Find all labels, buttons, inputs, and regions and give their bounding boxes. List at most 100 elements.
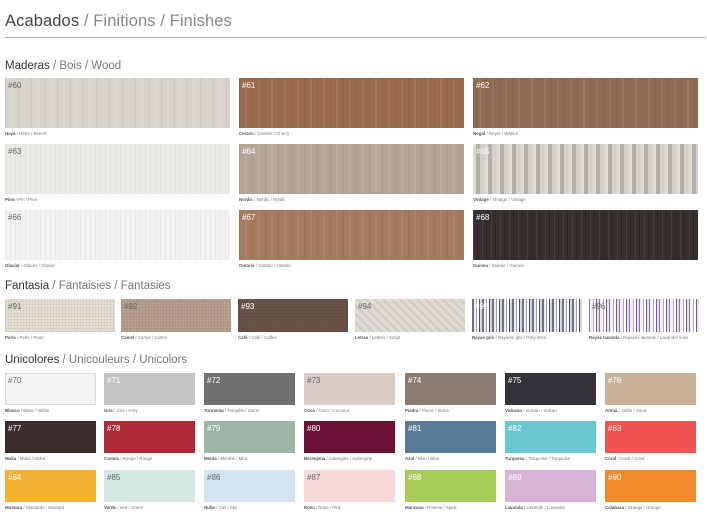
finish-caption: Coco / Coco / Coconut [304, 408, 349, 413]
finish-caption: Arena / Sable / Sand [605, 408, 646, 413]
finish-swatch: #92 [121, 299, 231, 332]
finish-caption-rest: / Blanc / White [19, 408, 50, 413]
finish-caption-rest: / Lettres / Script [368, 335, 401, 340]
finish-caption-main: Coral [605, 456, 617, 461]
finish-caption-rest: / Rayures gris / Grey lines [494, 335, 546, 340]
finish-swatch: #91 [5, 299, 115, 332]
finish-swatch: #82 [505, 421, 596, 453]
finish-code: #78 [107, 424, 121, 433]
finish-caption-rest: / Glacier / Glacier [19, 263, 56, 268]
finish-swatch: #76 [605, 373, 696, 405]
finish-caption: Nogal / Noyer / Walnut [473, 131, 518, 136]
finish-caption: Verde / Vert / Green [104, 505, 143, 510]
finish-caption-rest: / Vert / Green [115, 505, 144, 510]
finish-swatch: #70 [5, 373, 96, 405]
finish-swatch: #80 [304, 421, 395, 453]
finish-caption: Blanco / Blanc / White [5, 408, 49, 413]
finish-caption-main: Calabaza [605, 505, 625, 510]
finish-caption-main: Perla [5, 335, 16, 340]
finish-code: #92 [124, 302, 138, 311]
finish-caption-main: Vintage [473, 197, 489, 202]
finish-swatch: #74 [405, 373, 496, 405]
finish-caption-rest: / Rayures lavande / Lavander lines [619, 335, 689, 340]
finish-code: #70 [8, 376, 22, 385]
finish-caption-main: Guinea [473, 263, 488, 268]
finish-code: #63 [8, 147, 22, 156]
finish-caption-rest: / Noyer / Walnut [485, 131, 518, 136]
finish-code: #89 [508, 473, 522, 482]
finish-swatch: #61 [239, 78, 464, 128]
finish-caption: Café / Café / Coffee [238, 335, 277, 340]
finish-caption: Glaciar / Glacier / Glacier [5, 263, 55, 268]
finish-swatch: #78 [104, 421, 195, 453]
finish-caption-rest: / Moka / Moka [16, 456, 46, 461]
finish-caption: Manzana / Pomme / Apple [405, 505, 457, 510]
finish-code: #93 [241, 302, 255, 311]
finish-caption-rest: / Vintage / Vintage [488, 197, 526, 202]
finish-caption-main: Berenjena [304, 456, 326, 461]
finish-code: #80 [307, 424, 321, 433]
finish-swatch: #93 [238, 299, 348, 332]
finish-caption-main: Café [238, 335, 248, 340]
finish-swatch: #63 [5, 144, 230, 194]
finish-caption: Guinea / Guinée / Guinea [473, 263, 524, 268]
finish-code: #74 [408, 376, 422, 385]
finish-caption-rest: / Coco / Coconut [314, 408, 349, 413]
finish-code: #85 [107, 473, 121, 482]
finish-swatch: #88 [405, 470, 496, 502]
finish-caption-main: Tormenta [204, 408, 224, 413]
finish-caption: Gris / Gris / Grey [104, 408, 138, 413]
finish-caption-main: Turquesa [505, 456, 525, 461]
finish-caption: Coral / Coral / Coral [605, 456, 645, 461]
finish-swatch: #86 [204, 470, 295, 502]
finish-caption: Berenjena / Aubergine / Aubergine [304, 456, 372, 461]
finish-caption: Haya / Hêtre / Beech [5, 131, 46, 136]
finish-caption: Piedra / Pierre / Stone [405, 408, 449, 413]
finish-code: #77 [8, 424, 22, 433]
finish-caption-rest: / Nordic / Nordic [252, 197, 286, 202]
finish-caption: Turquesa / Turquoise / Turquoise [505, 456, 570, 461]
finish-code: #76 [608, 376, 622, 385]
finish-caption: Cerezo / Cerisier / Cherry [239, 131, 289, 136]
finish-caption-main: Vulcano [505, 408, 522, 413]
finish-caption: Moka / Moka / Moka [5, 456, 45, 461]
finish-caption-main: Azul [405, 456, 415, 461]
finish-caption-rest: / Tempête / Storm [223, 408, 260, 413]
finish-caption: Rayas lavanda / Rayures lavande / Lavand… [589, 335, 688, 340]
finish-caption-main: Nube [204, 505, 215, 510]
finish-code: #95 [475, 302, 489, 311]
finish-code: #91 [8, 302, 22, 311]
finish-caption-main: Gris [104, 408, 113, 413]
finish-caption: Tormenta / Tempête / Storm [204, 408, 259, 413]
finish-code: #60 [8, 81, 22, 90]
finish-caption-main: Cerezo [239, 131, 254, 136]
finish-swatch: #64 [239, 144, 464, 194]
finish-code: #84 [8, 473, 22, 482]
finish-code: #79 [207, 424, 221, 433]
finish-caption-main: Camel [121, 335, 135, 340]
finish-swatch: #62 [473, 78, 698, 128]
finish-caption: Camel / Camel / Camel [121, 335, 167, 340]
finish-caption: Ontario / Ontario / Ontario [239, 263, 291, 268]
finish-code: #87 [307, 473, 321, 482]
finish-caption-rest: / Aubergine / Aubergine [325, 456, 373, 461]
finish-caption-rest: / Turquoise / Turquoise [524, 456, 571, 461]
finish-caption: Vintage / Vintage / Vintage [473, 197, 526, 202]
finish-caption-main: Carmín [104, 456, 120, 461]
finish-code: #75 [508, 376, 522, 385]
finish-caption-main: Blanco [5, 408, 20, 413]
finish-caption-main: Manzana [405, 505, 424, 510]
finish-swatch: #79 [204, 421, 295, 453]
finish-caption: Perla / Perle / Pearl [5, 335, 44, 340]
finish-swatch: #96 [589, 299, 699, 332]
finish-caption-rest: / Vulcain / Vulcan [521, 408, 557, 413]
finish-swatch: #94 [355, 299, 465, 332]
finish-caption-main: Coco [304, 408, 315, 413]
finish-caption-rest: / Rose / Pink [314, 505, 341, 510]
finish-caption-rest: / Cerisier / Cherry [253, 131, 290, 136]
finish-swatch: #66 [5, 210, 230, 260]
finish-caption: Vulcano / Vulcain / Vulcan [505, 408, 557, 413]
finish-caption: Mostaza / Moutarde / Mustard [5, 505, 64, 510]
finish-code: #67 [242, 213, 256, 222]
finish-code: #83 [608, 424, 622, 433]
